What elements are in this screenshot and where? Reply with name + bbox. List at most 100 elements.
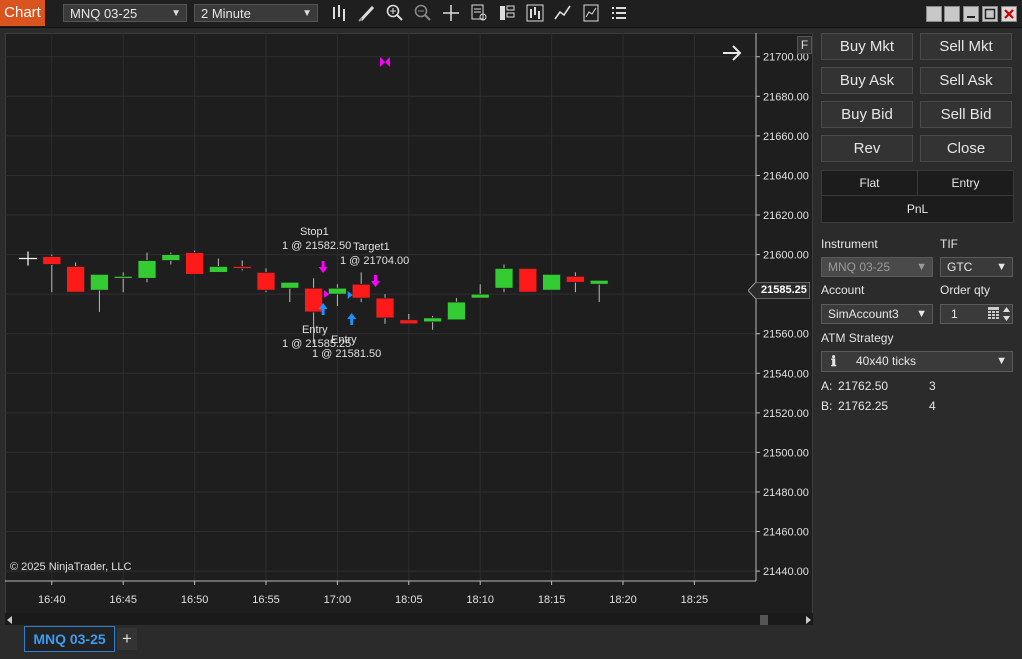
account-label: Account: [821, 283, 865, 297]
info-icon[interactable]: ℹ: [831, 352, 836, 371]
crosshair-icon[interactable]: [441, 3, 461, 23]
chevron-down-icon: ▼: [916, 261, 927, 273]
candle: [137, 252, 157, 283]
candle-body: [66, 266, 85, 293]
status-entry: Entry: [917, 170, 1014, 196]
chevron-down-icon: ▼: [996, 355, 1007, 367]
time-tick-label: 18:15: [538, 594, 566, 606]
price-tick-label: 21620.00: [763, 210, 809, 222]
quantity-value: 1: [951, 307, 958, 321]
candle: [232, 260, 252, 271]
time-tick-label: 16:45: [109, 594, 137, 606]
instrument-select[interactable]: MNQ 03-25 ▼: [821, 257, 933, 277]
target1-label: Target1: [353, 241, 390, 253]
price-tick-label: 21500.00: [763, 447, 809, 459]
candle: [542, 273, 561, 291]
time-tick-label: 18:20: [609, 594, 637, 606]
price-chart[interactable]: 21700.0021680.0021660.0021640.0021620.00…: [5, 33, 813, 624]
time-tick-label: 16:40: [38, 594, 66, 606]
candle-body: [232, 266, 252, 269]
zoom-out-icon[interactable]: [413, 3, 433, 23]
bar-type-icon[interactable]: [330, 3, 350, 23]
candle: [375, 294, 395, 324]
instrument-label: Instrument: [821, 237, 878, 251]
tif-select[interactable]: GTC ▼: [940, 257, 1013, 277]
chevron-down-icon: ▼: [302, 8, 312, 19]
stepper-arrows-icon[interactable]: [1002, 306, 1011, 327]
add-tab-button[interactable]: +: [117, 628, 137, 650]
price-tick-label: 21560.00: [763, 329, 809, 341]
candle-body: [470, 293, 490, 299]
maximize-icon[interactable]: [982, 6, 998, 22]
zoom-in-icon[interactable]: [385, 3, 405, 23]
interval-selector[interactable]: 2 Minute ▼: [194, 4, 318, 22]
candle: [42, 254, 62, 293]
keypad-icon[interactable]: [988, 307, 999, 325]
buy-ask-button[interactable]: Buy Ask: [821, 67, 913, 94]
chevron-down-icon: ▼: [171, 8, 181, 19]
menu-list-icon[interactable]: [609, 3, 629, 23]
buy-bid-button[interactable]: Buy Bid: [821, 101, 913, 128]
arrow-right-icon[interactable]: [721, 42, 743, 69]
candle-body: [494, 268, 514, 289]
candle: [280, 281, 300, 303]
account-select[interactable]: SimAccount3 ▼: [821, 304, 933, 324]
price-tick-label: 21520.00: [763, 408, 809, 420]
candle: [494, 264, 514, 293]
indicators-icon[interactable]: [581, 3, 601, 23]
rev-button[interactable]: Rev: [821, 135, 913, 162]
candle-body: [375, 297, 395, 319]
sell-mkt-button[interactable]: Sell Mkt: [920, 33, 1012, 60]
target1-detail: 1 @ 21704.00: [340, 255, 410, 267]
close-icon[interactable]: [1001, 6, 1017, 22]
time-tick-label: 18:25: [681, 594, 709, 606]
flag-button[interactable]: F: [797, 36, 812, 54]
price-tick-label: 21460.00: [763, 527, 809, 539]
ask-size: 3: [929, 379, 936, 393]
candle: [161, 252, 181, 265]
stop-marker-shaft: [321, 261, 325, 268]
candle-body: [280, 281, 300, 289]
candle: [518, 268, 538, 293]
candle-body: [566, 275, 585, 283]
order-qty-label: Order qty: [940, 283, 991, 297]
price-tick-label: 21660.00: [763, 131, 809, 143]
quantity-stepper[interactable]: 1: [940, 304, 1013, 324]
price-tick-label: 21540.00: [763, 368, 809, 380]
sell-bid-button[interactable]: Sell Bid: [920, 101, 1012, 128]
time-tick-label: 17:00: [324, 594, 352, 606]
sell-ask-button[interactable]: Sell Ask: [920, 67, 1012, 94]
candle-body: [351, 283, 371, 299]
time-tick-label: 18:10: [466, 594, 494, 606]
tab-bar: [0, 628, 1022, 659]
entry-marker-shaft: [321, 308, 325, 315]
draw-pencil-icon[interactable]: [357, 3, 377, 23]
close-button[interactable]: Close: [920, 135, 1012, 162]
chevron-down-icon: ▼: [916, 308, 927, 320]
target-marker-head: [370, 281, 380, 287]
horizontal-scrollbar[interactable]: [5, 613, 813, 625]
candle-body: [42, 256, 62, 265]
price-tick-label: 21640.00: [763, 170, 809, 182]
window-tile-icon[interactable]: [926, 6, 942, 22]
entry1-label: Entry: [302, 324, 328, 336]
entry2-label: Entry: [331, 334, 357, 346]
candle: [90, 273, 109, 312]
entry-marker: [347, 313, 357, 325]
strategies-icon[interactable]: [553, 3, 573, 23]
instrument-selector[interactable]: MNQ 03-25 ▼: [63, 4, 187, 22]
chart-trader-icon[interactable]: [525, 3, 545, 23]
candle: [208, 258, 228, 273]
window-tile-icon[interactable]: [944, 6, 960, 22]
candle: [446, 298, 466, 321]
candle-body: [518, 268, 538, 293]
atm-strategy-select[interactable]: ℹ 40x40 ticks ▼: [821, 351, 1013, 372]
properties-icon[interactable]: [497, 3, 517, 23]
data-box-icon[interactable]: [469, 3, 489, 23]
candle: [399, 313, 419, 325]
price-tick-label: 21600.00: [763, 250, 809, 262]
minimize-icon[interactable]: [963, 6, 979, 22]
window-tag: Chart: [0, 0, 45, 26]
buy-mkt-button[interactable]: Buy Mkt: [821, 33, 913, 60]
tab-mnq[interactable]: MNQ 03-25: [24, 626, 115, 652]
